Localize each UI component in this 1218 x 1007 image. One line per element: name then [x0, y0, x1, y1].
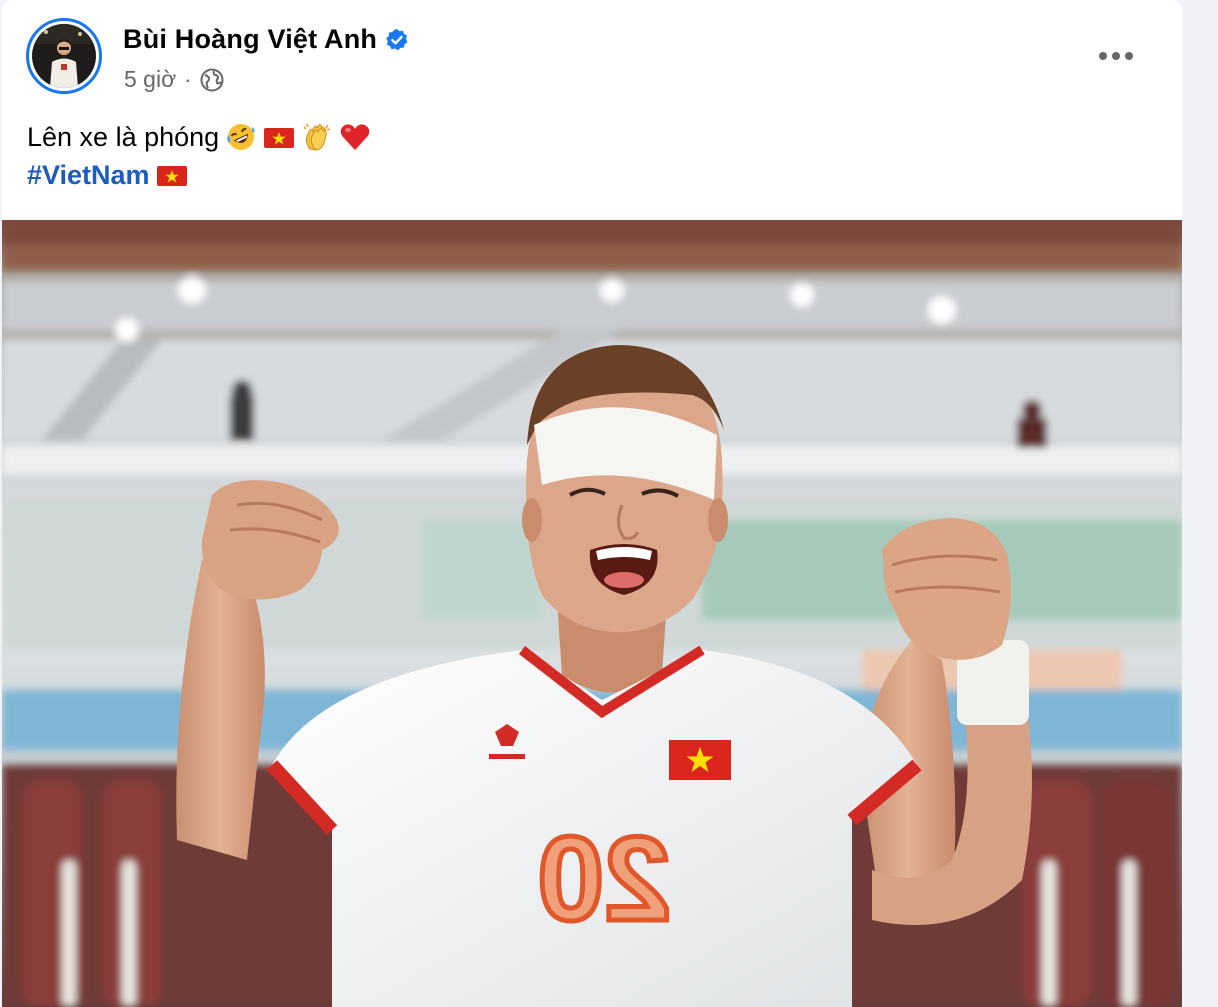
red-heart-emoji	[339, 121, 371, 153]
more-dot	[1125, 52, 1133, 60]
post-card: Bùi Hoàng Việt Anh 5 giờ · Lên xe là phó…	[2, 0, 1182, 1007]
jersey-number: 20	[537, 812, 670, 946]
vietnam-flag-emoji	[156, 159, 188, 191]
clapping-hands-emoji	[301, 121, 333, 153]
avatar-image	[32, 24, 96, 88]
more-dot	[1099, 52, 1107, 60]
post-time[interactable]: 5 giờ	[124, 66, 176, 93]
author-avatar[interactable]	[26, 18, 102, 94]
hashtag-link[interactable]: #VietNam	[27, 156, 150, 194]
rolling-laughing-emoji	[225, 121, 257, 153]
globe-icon[interactable]	[200, 68, 224, 92]
verified-badge-icon	[385, 28, 409, 52]
hashtag-line: #VietNam	[27, 156, 371, 194]
author-name[interactable]: Bùi Hoàng Việt Anh	[123, 24, 377, 55]
post-text-line: Lên xe là phóng	[27, 118, 371, 156]
vietnam-flag-emoji	[263, 121, 295, 153]
more-options-button[interactable]	[1096, 38, 1136, 74]
meta-separator: ·	[184, 66, 192, 92]
post-caption: Lên xe là phóng	[27, 122, 220, 152]
post-photo[interactable]: 20	[2, 220, 1182, 1007]
more-dot	[1112, 52, 1120, 60]
post-text: Lên xe là phóng #VietNam	[27, 118, 371, 194]
post-header: Bùi Hoàng Việt Anh 5 giờ ·	[2, 0, 1182, 110]
